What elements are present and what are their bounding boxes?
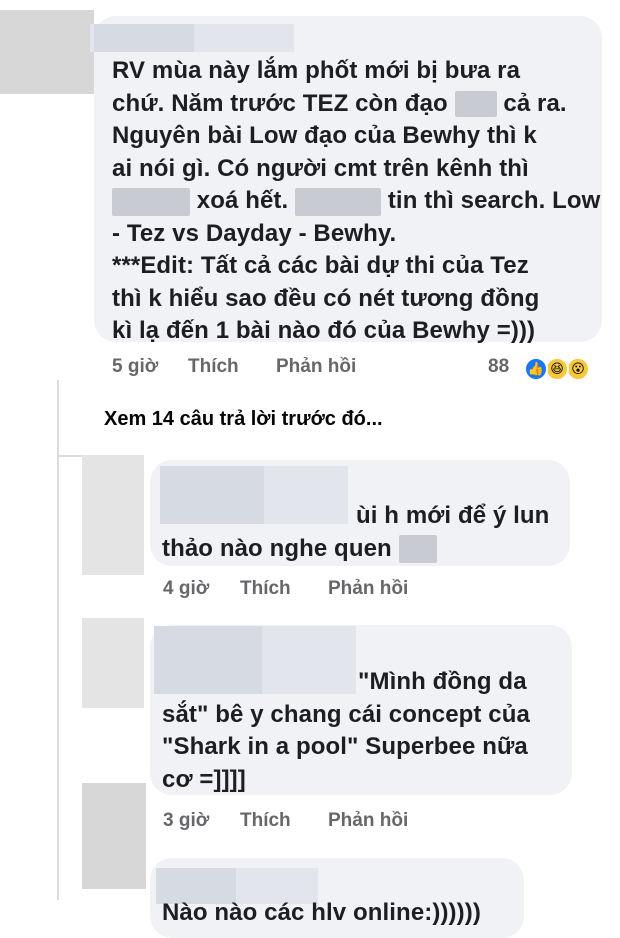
haha-reaction-icon[interactable]: 😆 [545, 357, 569, 381]
timestamp[interactable]: 5 giờ [112, 356, 158, 378]
comment-line: cơ =]]]] [162, 765, 246, 793]
comment-line: Nguyên bài Low đạo của Bewhy thì k [112, 122, 537, 149]
avatar[interactable] [0, 10, 94, 94]
comment-line: - Tez vs Dayday - Bewhy. [112, 219, 397, 247]
redacted-word [295, 187, 382, 216]
comment-actions: 4 giờ Thích Phản hồi [0, 578, 620, 604]
timestamp[interactable]: 4 giờ [163, 578, 209, 600]
avatar[interactable] [82, 783, 146, 889]
comment-line: "Mình đồng da [358, 668, 527, 695]
avatar[interactable] [82, 618, 144, 708]
thread-line-curve [57, 455, 83, 457]
comment-line: xoá hết. tin thì search. Low [112, 185, 600, 218]
comment-text: Nào nào các hlv online:)))))) [162, 897, 522, 930]
redacted-word [112, 187, 190, 216]
comment-line: ***Edit: Tất cả các bài dự thi của Tez [112, 252, 529, 279]
view-previous-replies-link[interactable]: Xem 14 câu trả lời trước đó... [104, 408, 383, 431]
wow-reaction-icon[interactable]: 😮 [566, 357, 590, 381]
comment-text: "Mình đồng da sắt" bê y chang cái concep… [162, 666, 562, 796]
timestamp[interactable]: 3 giờ [163, 810, 209, 832]
comment-line: ai nói gì. Có người cmt trên kênh thì [112, 154, 529, 182]
comment-line: Nào nào các hlv online:)))))) [162, 899, 481, 926]
redacted-word [454, 91, 497, 118]
comment-line: chứ. Năm trước TEZ còn đạo cả ra. [112, 89, 567, 118]
reply-button[interactable]: Phản hồi [276, 356, 356, 378]
comment-line: thì k hiểu sao đều có nét tương đồng [112, 284, 540, 312]
comment-line: kì lạ đến 1 bài nào đó của Bewhy =))) [112, 317, 536, 344]
comment-line: thảo nào nghe quen [162, 533, 562, 566]
comment-text: ùi h mới để ý lun thảo nào nghe quen [162, 500, 562, 565]
redacted-word [398, 535, 437, 564]
reply-button[interactable]: Phản hồi [328, 810, 408, 832]
like-button[interactable]: Thích [240, 810, 291, 832]
reaction-count[interactable]: 88 [488, 356, 509, 378]
comment-line: RV mùa này lắm phốt mới bị bưa ra [112, 57, 521, 84]
avatar[interactable] [82, 455, 144, 575]
reply-button[interactable]: Phản hồi [328, 578, 408, 600]
like-reaction-icon[interactable]: 👍 [524, 357, 548, 381]
comment-line: ùi h mới để ý lun [356, 502, 550, 529]
comment-text: RV mùa này lắm phốt mới bị bưa ra chứ. N… [112, 55, 600, 348]
author-name-redacted [94, 24, 194, 52]
like-button[interactable]: Thích [240, 578, 291, 600]
comment-line: "Shark in a pool" Superbee nữa [162, 733, 528, 760]
comment-line: sắt" bê y chang cái concept của [162, 700, 530, 728]
like-button[interactable]: Thích [188, 356, 239, 378]
